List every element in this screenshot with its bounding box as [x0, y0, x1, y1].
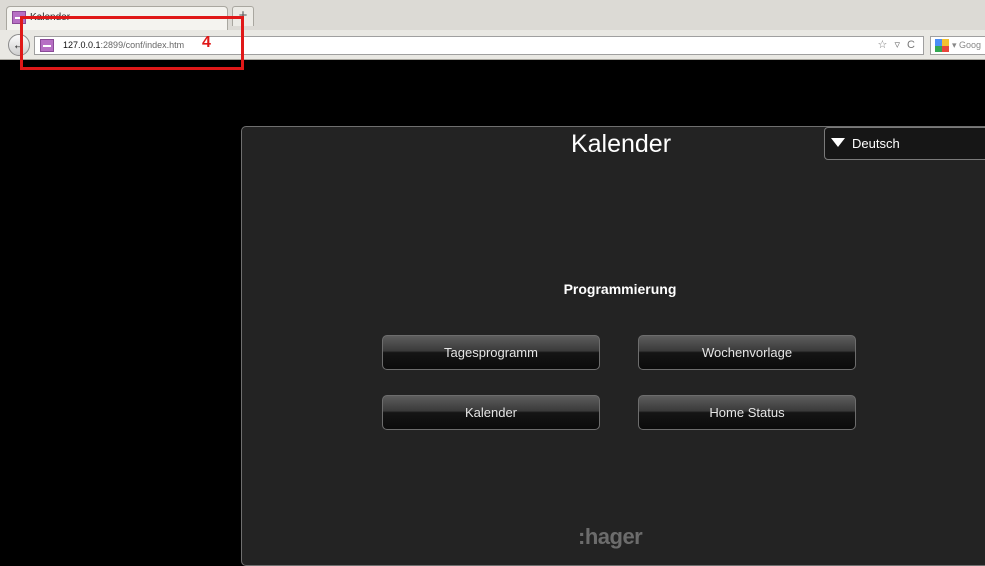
annotation-number: 4	[202, 34, 211, 51]
app-panel	[241, 126, 985, 566]
tagesprogramm-button[interactable]: Tagesprogramm	[382, 335, 600, 370]
hager-logo: :hager	[578, 524, 643, 549]
wochenvorlage-button[interactable]: Wochenvorlage	[638, 335, 856, 370]
language-dropdown[interactable]: Deutsch	[824, 127, 985, 160]
section-title: Programmierung	[563, 281, 677, 297]
language-label: Deutsch	[852, 136, 900, 151]
search-box[interactable]: ▾ Goog	[930, 36, 985, 55]
url-actions[interactable]: ☆ ▿ C	[878, 38, 917, 51]
kalender-button[interactable]: Kalender	[382, 395, 600, 430]
home-status-button[interactable]: Home Status	[638, 395, 856, 430]
triangle-down-icon	[831, 138, 845, 147]
google-icon[interactable]	[935, 39, 949, 52]
search-engine-label: ▾ Goog	[952, 40, 982, 50]
